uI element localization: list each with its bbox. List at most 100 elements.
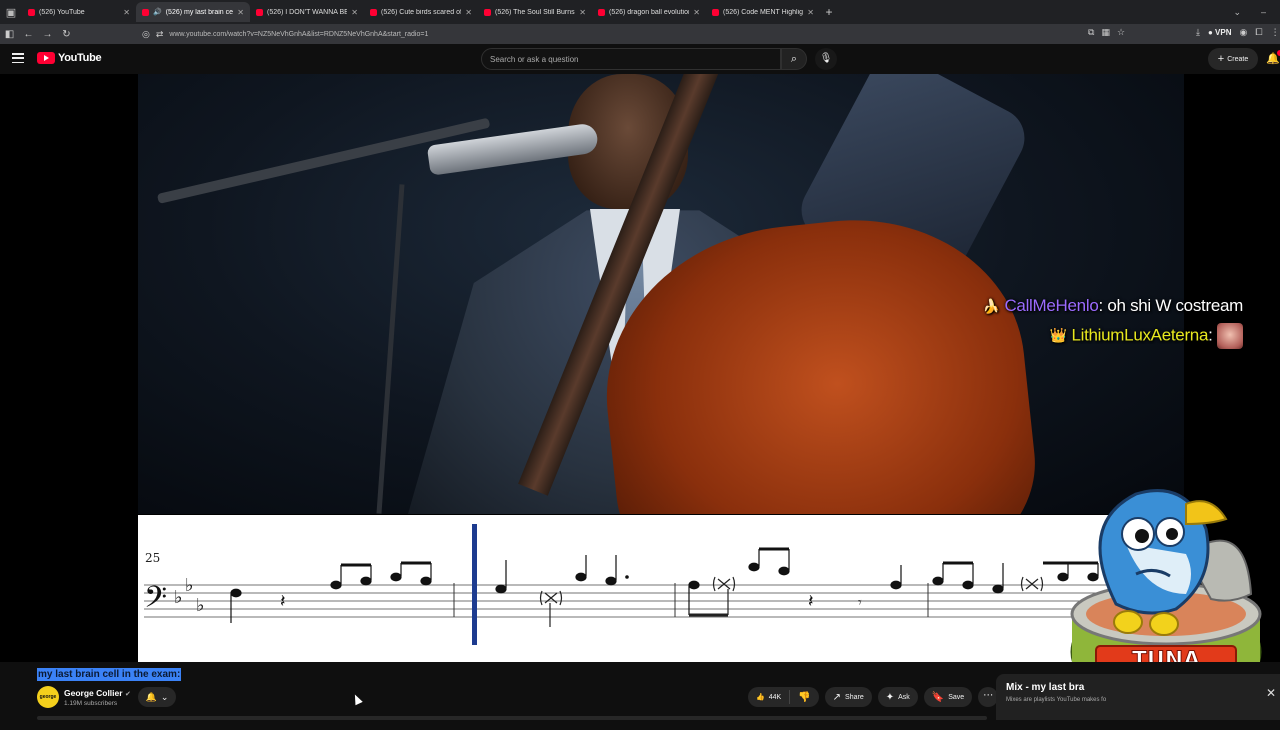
browser-tab[interactable]: (526) YouTube ✕ (22, 2, 136, 22)
watch-metadata: my last brain cell in the exam: george c… (0, 662, 1280, 722)
flat-icon: ♭ (174, 587, 183, 608)
verified-check-icon: ✔ (124, 691, 131, 698)
youtube-header: YouTube ⌕ 🎙 + Create 🔔 (0, 44, 1280, 74)
site-info-icon[interactable]: ◎ (142, 29, 150, 40)
microphone-icon[interactable]: 🎙 (815, 48, 837, 70)
svg-text:𝄽: 𝄽 (280, 591, 286, 612)
like-dislike-group: 👍 44K 👎 (748, 687, 819, 707)
subscriber-count: 1.19M subscribers (64, 700, 118, 707)
sheet-playhead (472, 524, 477, 645)
description-box-edge (37, 716, 987, 720)
mix-title: Mix - my last bra (1006, 682, 1085, 693)
sheet-music: 25 𝄢 ♭ ♭ ♭ 𝄽 𝄽 𝄾 (138, 515, 1184, 662)
plus-icon: + (1217, 53, 1225, 65)
vpn-label: VPN (1215, 28, 1232, 37)
speaker-icon[interactable]: 🔊 (153, 8, 162, 16)
chat-emote-icon (1217, 323, 1243, 349)
forward-arrow-icon[interactable]: → (38, 29, 57, 40)
back-arrow-icon[interactable]: ← (19, 29, 38, 40)
flat-icon: ♭ (196, 595, 205, 616)
like-button[interactable]: 👍 44K (748, 690, 791, 704)
tab-title: (526) Code MENT Highlight - Yo (723, 8, 804, 16)
bell-icon: 🔔 (145, 691, 157, 702)
tab-overview-icon[interactable]: ▣ (0, 0, 22, 24)
like-count: 44K (768, 693, 782, 701)
browser-tab[interactable]: (526) The Soul Still Burns... - Yo ✕ (478, 2, 592, 22)
tab-close-icon[interactable]: ✕ (123, 8, 130, 17)
search-input[interactable] (482, 49, 780, 70)
reload-icon[interactable]: ↻ (57, 29, 76, 40)
chat-message: 👑 LithiumLuxAeterna: (843, 323, 1243, 349)
minimize-icon[interactable]: – (1261, 7, 1266, 18)
channel-name: George Collier (64, 688, 123, 698)
browser-tab[interactable]: (526) dragon ball evolution car✕ (592, 2, 706, 22)
ask-label: Ask (898, 693, 910, 701)
sidebar-toggle-icon[interactable]: ◧ (0, 29, 19, 40)
tab-close-icon[interactable]: ✕ (693, 8, 700, 17)
tab-close-icon[interactable]: ✕ (237, 8, 244, 17)
chat-text: : (1208, 325, 1213, 345)
profile-icon[interactable]: ◉ (1240, 27, 1248, 38)
create-button[interactable]: + Create (1208, 48, 1258, 70)
tab-title: (526) YouTube (39, 8, 85, 16)
channel-avatar[interactable]: george collier (37, 686, 59, 722)
browser-address-bar: ◧ ← → ↻ ◎ ⇄ www.youtube.com/watch?v=NZ5N… (0, 24, 1280, 44)
notification-bell-button[interactable]: 🔔 ⌄ (138, 687, 176, 707)
tab-list-chevron-icon[interactable]: ⌄ (1233, 7, 1241, 18)
tab-title: (526) my last brain cell in th (165, 8, 234, 16)
chat-badge-icon: 👑 (1049, 327, 1068, 344)
sparkle-icon: ✦ (885, 691, 895, 703)
chat-message: 🍌 CallMeHenlo: oh shi W costream (843, 296, 1243, 316)
thumbs-up-icon: 👍 (756, 694, 765, 701)
chevron-down-icon: ⌄ (160, 691, 169, 702)
mix-subtitle: Mixes are playlists YouTube makes fo (1006, 697, 1107, 703)
search-icon[interactable]: ⌕ (781, 48, 807, 70)
search-box (481, 48, 781, 70)
create-label: Create (1227, 55, 1249, 63)
chat-username: CallMeHenlo (1004, 296, 1099, 315)
browser-tab[interactable]: (526) Cute birds scared of hand✕ (364, 2, 478, 22)
vpn-badge[interactable]: ● VPN (1208, 28, 1232, 37)
bass-clef-icon: 𝄢 (144, 581, 167, 622)
close-icon[interactable]: ✕ (1266, 686, 1276, 700)
picture-in-picture-icon[interactable]: ⧉ (1088, 27, 1094, 38)
action-buttons: 👍 44K 👎 ↗ Share ✦ Ask 🔖 Save ⋯ (748, 687, 999, 707)
download-icon[interactable]: ⤓ (1196, 27, 1200, 38)
url-field[interactable]: www.youtube.com/watch?v=NZ5NeVhGnhA&list… (169, 31, 428, 38)
bookmark-icon: 🔖 (931, 691, 945, 703)
youtube-favicon-icon (712, 8, 719, 16)
extensions-icon[interactable]: ⧠ (1255, 27, 1262, 38)
screenshot-icon[interactable]: ▦ (1101, 27, 1110, 38)
youtube-logo[interactable]: YouTube (37, 52, 102, 64)
new-tab-button[interactable]: + (820, 5, 838, 19)
tab-close-icon[interactable]: ✕ (465, 8, 472, 17)
youtube-favicon-icon (256, 8, 263, 16)
youtube-favicon-icon (370, 8, 377, 16)
chat-text: : oh shi W costream (1098, 296, 1243, 315)
save-button[interactable]: 🔖 Save (923, 687, 973, 707)
ask-button[interactable]: ✦ Ask (877, 687, 918, 707)
share-button[interactable]: ↗ Share (824, 687, 872, 707)
menu-icon[interactable]: ⋮ (1271, 27, 1280, 38)
site-settings-icon[interactable]: ⇄ (156, 29, 164, 40)
dislike-icon[interactable]: 👎 (790, 692, 818, 703)
browser-tab[interactable]: 🔊(526) my last brain cell in th✕ (136, 2, 250, 22)
channel-name-link[interactable]: George Collier ✔ (64, 688, 131, 698)
share-arrow-icon: ↗ (832, 691, 842, 703)
measure-number: 25 (145, 551, 160, 565)
notifications-bell-icon[interactable]: 🔔 (1266, 50, 1280, 65)
mix-playlist-panel[interactable]: Mix - my last bra Mixes are playlists Yo… (996, 674, 1280, 720)
chat-badge-icon: 🍌 (982, 298, 1001, 314)
youtube-logo-text: YouTube (58, 52, 102, 64)
tab-title: (526) The Soul Still Burns... - Yo (495, 8, 575, 16)
youtube-favicon-icon (28, 8, 35, 16)
guide-menu-icon[interactable] (12, 53, 24, 63)
tab-close-icon[interactable]: ✕ (807, 8, 814, 17)
youtube-favicon-icon (484, 8, 491, 16)
tab-close-icon[interactable]: ✕ (351, 8, 358, 17)
bookmark-star-icon[interactable]: ☆ (1117, 27, 1125, 38)
tab-close-icon[interactable]: ✕ (579, 8, 586, 17)
browser-tab[interactable]: (526) Code MENT Highlight - Yo✕ (706, 2, 820, 22)
share-label: Share (845, 693, 864, 701)
browser-tab[interactable]: (526) I DON'T WANNA BE AN I✕ (250, 2, 364, 22)
